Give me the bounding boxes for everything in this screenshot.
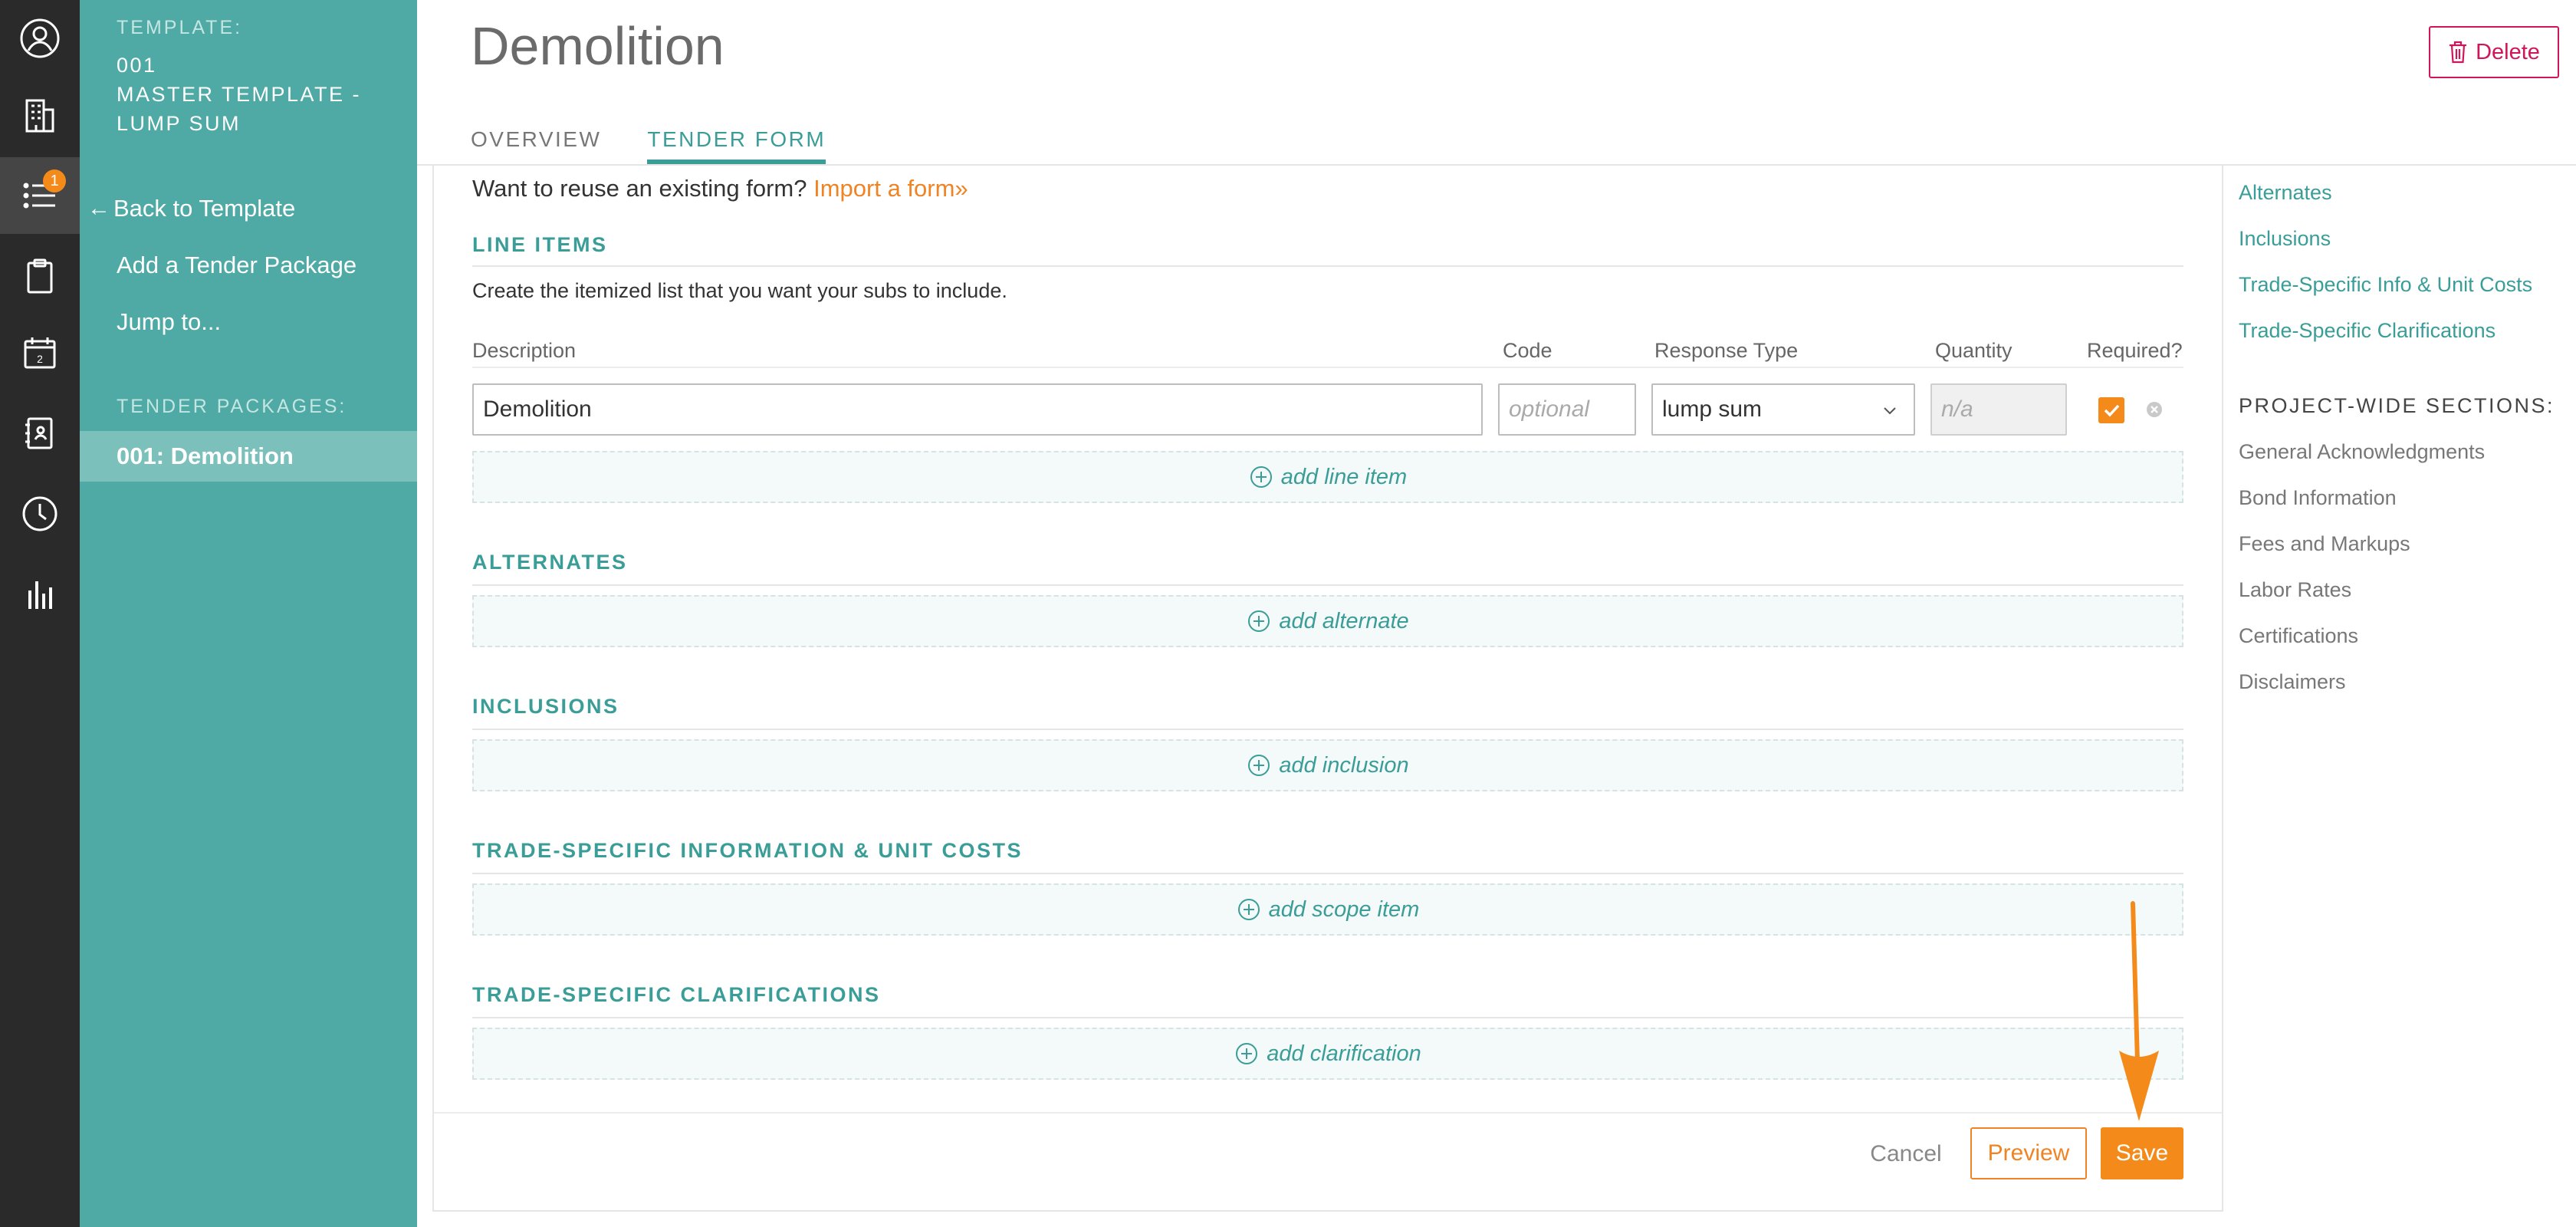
template-nav: TEMPLATE: 001 MASTER TEMPLATE - LUMP SUM… [80, 0, 417, 1227]
add-alternate-button[interactable]: add alternate [472, 595, 2183, 647]
add-line-item-label: add line item [1280, 464, 1408, 489]
divider [434, 1112, 2222, 1114]
bar-chart-icon[interactable] [0, 556, 80, 633]
plus-circle-icon [1248, 610, 1270, 632]
clarifications-heading: TRADE-SPECIFIC CLARIFICATIONS [472, 983, 881, 1006]
import-form-link[interactable]: Import a form» [813, 175, 968, 202]
add-inclusion-button[interactable]: add inclusion [472, 739, 2183, 791]
plus-circle-icon [1250, 466, 1272, 488]
add-scope-item-button[interactable]: add scope item [472, 883, 2183, 936]
divider [472, 873, 2183, 874]
delete-label: Delete [2476, 39, 2540, 64]
contact-book-icon[interactable] [0, 395, 80, 472]
tab-overview[interactable]: OVERVIEW [471, 123, 601, 166]
annotation-arrow-icon [2119, 901, 2159, 1121]
reuse-text: Want to reuse an existing form? [472, 175, 807, 202]
preview-button[interactable]: Preview [1970, 1127, 2087, 1179]
column-header-response-type: Response Type [1654, 339, 1799, 362]
template-line: MASTER TEMPLATE - [117, 83, 362, 106]
required-checkbox[interactable] [2098, 397, 2124, 423]
add-alternate-label: add alternate [1279, 608, 1409, 633]
sidebar-link-inclusions[interactable]: Inclusions [2239, 227, 2331, 251]
back-label: Back to Template [113, 195, 296, 222]
divider [472, 729, 2183, 730]
user-circle-icon[interactable] [0, 0, 80, 77]
add-clarification-label: add clarification [1267, 1041, 1421, 1066]
tender-packages-label: TENDER PACKAGES: [117, 396, 347, 417]
add-clarification-button[interactable]: add clarification [472, 1028, 2183, 1080]
add-scope-item-label: add scope item [1268, 896, 1420, 922]
tab-tender-form[interactable]: TENDER FORM [647, 123, 826, 166]
remove-line-item-icon[interactable] [2145, 400, 2164, 419]
add-line-item-button[interactable]: add line item [472, 451, 2183, 503]
sidebar-link-trade-info[interactable]: Trade-Specific Info & Unit Costs [2239, 273, 2532, 297]
divider [472, 265, 2183, 267]
delete-button[interactable]: Delete [2429, 26, 2559, 78]
calendar-icon[interactable]: 2 [0, 314, 80, 391]
checkmark-icon [2104, 404, 2120, 417]
chevron-down-icon [1884, 407, 1896, 415]
jump-to-link[interactable]: Jump to... [117, 308, 221, 336]
back-to-template-link[interactable]: ← Back to Template [87, 195, 295, 222]
icon-rail: 1 2 [0, 0, 80, 1227]
sidebar-item-fees-and-markups[interactable]: Fees and Markups [2239, 532, 2410, 556]
sidebar-item-bond-information[interactable]: Bond Information [2239, 486, 2397, 510]
svg-text:2: 2 [37, 353, 43, 365]
sidebar-item-general-acknowledgments[interactable]: General Acknowledgments [2239, 440, 2485, 464]
building-icon[interactable] [0, 77, 80, 153]
inclusions-heading: INCLUSIONS [472, 695, 619, 718]
sidebar-item-disclaimers[interactable]: Disclaimers [2239, 670, 2346, 694]
response-type-value: lump sum [1662, 396, 1763, 422]
clock-icon[interactable] [0, 475, 80, 552]
trade-info-heading: TRADE-SPECIFIC INFORMATION & UNIT COSTS [472, 839, 1023, 862]
code-input[interactable]: optional [1498, 383, 1636, 436]
list-icon[interactable]: 1 [0, 157, 80, 234]
template-line: LUMP SUM [117, 112, 242, 135]
arrow-left-icon: ← [87, 196, 110, 221]
plus-circle-icon [1237, 899, 1260, 920]
cancel-button[interactable]: Cancel [1858, 1129, 1953, 1179]
add-inclusion-label: add inclusion [1279, 752, 1409, 778]
sidebar-link-alternates[interactable]: Alternates [2239, 181, 2332, 205]
page-title: Demolition [471, 16, 724, 76]
divider [472, 584, 2183, 586]
add-tender-package-link[interactable]: Add a Tender Package [117, 252, 356, 279]
sidebar-item-certifications[interactable]: Certifications [2239, 624, 2358, 648]
plus-circle-icon [1248, 755, 1270, 776]
plus-circle-icon [1236, 1043, 1258, 1064]
tender-package-item[interactable]: 001: Demolition [80, 431, 417, 482]
line-items-instructions: Create the itemized list that you want y… [472, 279, 1007, 302]
column-header-code: Code [1503, 339, 1552, 362]
description-input[interactable]: Demolition [472, 383, 1483, 436]
column-header-description: Description [472, 339, 577, 362]
notification-badge: 1 [43, 169, 66, 192]
template-line: 001 [117, 54, 157, 77]
line-items-heading: LINE ITEMS [472, 233, 608, 256]
save-button[interactable]: Save [2101, 1127, 2183, 1179]
divider [472, 367, 2183, 368]
project-wide-sections-heading: PROJECT-WIDE SECTIONS: [2239, 394, 2555, 417]
trash-icon [2450, 41, 2467, 64]
quantity-input: n/a [1930, 383, 2067, 436]
sidebar-link-trade-clarifications[interactable]: Trade-Specific Clarifications [2239, 319, 2496, 343]
template-label: TEMPLATE: [117, 17, 243, 38]
column-header-quantity: Quantity [1935, 339, 2013, 362]
reuse-form-prompt: Want to reuse an existing form? Import a… [472, 175, 968, 202]
column-header-required: Required? [2087, 339, 2183, 362]
clipboard-icon[interactable] [0, 238, 80, 314]
tab-bar: OVERVIEW TENDER FORM [471, 123, 826, 166]
sidebar-item-labor-rates[interactable]: Labor Rates [2239, 578, 2351, 602]
template-name: 001 MASTER TEMPLATE - LUMP SUM [117, 51, 393, 138]
alternates-heading: ALTERNATES [472, 551, 628, 574]
response-type-select[interactable]: lump sum [1651, 383, 1915, 436]
divider [472, 1017, 2183, 1018]
